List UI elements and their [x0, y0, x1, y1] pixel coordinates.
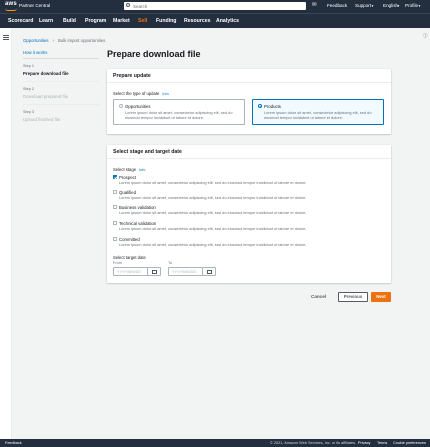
radio-opportunities[interactable]	[119, 104, 123, 108]
nav-item-learn[interactable]: Learn	[39, 18, 53, 24]
side-navigation-rail	[0, 28, 12, 439]
app-title: Partner Central	[19, 3, 51, 8]
search-icon	[126, 3, 130, 7]
stage-title: Prospect	[119, 174, 136, 180]
profile-chevron-down-icon[interactable]: ▼	[418, 4, 421, 8]
to-calendar-button[interactable]	[202, 267, 216, 276]
profile-menu[interactable]: Profile	[405, 3, 418, 8]
footer: Feedback © 2021, Amazon Web Services, In…	[0, 439, 430, 447]
stage-description: Lorem ipsum dolor sit amet, consectetur …	[119, 242, 307, 247]
breadcrumb-current: Bulk import opportunities	[58, 38, 106, 43]
checkbox-qualified[interactable]	[113, 190, 117, 194]
checkbox-committed[interactable]	[113, 237, 117, 241]
update-type-label: Select the type of update Info	[113, 91, 169, 96]
notification-bell-icon[interactable]: ✉	[312, 2, 317, 8]
stage-title: Qualified	[119, 189, 136, 195]
footer-cookie-preferences-link[interactable]: Cookie preferences	[393, 441, 426, 445]
to-date-input[interactable]: YYYY/MM/DD	[168, 267, 203, 276]
target-date-label: Select target date	[113, 255, 146, 260]
radio-products[interactable]	[258, 104, 262, 108]
calendar-icon	[207, 269, 212, 274]
nav-item-market[interactable]: Market	[113, 18, 130, 24]
language-menu[interactable]: English	[383, 3, 398, 8]
panel-heading: Select stage and target date	[107, 145, 391, 159]
stage-title: Business validation	[119, 204, 156, 210]
update-type-opportunities-tile[interactable]: Opportunities Lorem ipsum dolor sit amet…	[113, 99, 245, 125]
step-divider	[23, 81, 99, 82]
update-type-products-tile[interactable]: Products Lorem ipsum dolor sit amet, con…	[252, 99, 384, 125]
tile-title: Products	[264, 103, 281, 109]
from-label: From	[113, 261, 122, 265]
breadcrumb: Opportunities › Bulk import opportunities	[23, 38, 105, 43]
update-type-label-text: Select the type of update	[113, 91, 160, 96]
nav-item-scorecard[interactable]: Scorecard	[8, 18, 33, 24]
checkbox-technical-validation[interactable]	[113, 221, 117, 225]
stage-label: Select stage Info	[113, 167, 145, 172]
stage-title: Committed	[119, 236, 140, 242]
copyright-text: © 2021, Amazon Web Services, Inc. or its…	[270, 440, 357, 445]
top-header: aws Partner Central Search ✉ Feedback Su…	[0, 0, 430, 13]
tile-description: Lorem ipsum dolor sit amet, consectetur …	[264, 109, 372, 121]
support-chevron-down-icon[interactable]: ▼	[371, 4, 374, 8]
support-menu[interactable]: Support	[355, 3, 371, 8]
search-input[interactable]: Search	[124, 2, 306, 10]
checkbox-prospect[interactable]	[113, 175, 117, 179]
logo-text: aws	[5, 1, 17, 7]
nav-item-resources[interactable]: Resources	[184, 18, 211, 24]
footer-feedback-link[interactable]: Feedback	[5, 441, 22, 445]
breadcrumb-separator-icon: ›	[52, 38, 54, 43]
nav-item-program[interactable]: Program	[85, 18, 106, 24]
stage-description: Lorem ipsum dolor sit amet, consectetur …	[119, 226, 307, 231]
stage-description: Lorem ipsum dolor sit amet, consectetur …	[119, 210, 307, 215]
from-date-input[interactable]: YYYY/MM/DD	[113, 267, 148, 276]
cancel-button[interactable]: Cancel	[311, 294, 326, 299]
step-divider	[23, 104, 99, 105]
tile-description: Lorem ipsum dolor sit amet, consectetur …	[125, 109, 233, 121]
tile-title: Opportunities	[125, 103, 151, 109]
to-label: To	[168, 261, 173, 265]
checkbox-business-validation[interactable]	[113, 205, 117, 209]
step-1-name: Prepare download file	[23, 71, 69, 76]
feedback-link[interactable]: Feedback	[327, 3, 347, 8]
footer-privacy-link[interactable]: Privacy	[358, 441, 370, 445]
next-button[interactable]: Next	[371, 292, 391, 302]
nav-item-analytics[interactable]: Analytics	[216, 18, 239, 24]
nav-item-sell[interactable]: Sell	[138, 18, 147, 24]
nav-item-funding[interactable]: Funding	[156, 18, 176, 24]
search-placeholder: Search	[133, 3, 148, 9]
main-navigation: Scorecard Learn Build Program Market Sel…	[0, 13, 430, 28]
info-link[interactable]: Info	[162, 92, 168, 96]
breadcrumb-opportunities[interactable]: Opportunities	[23, 38, 49, 43]
menu-icon[interactable]	[3, 35, 9, 40]
info-panel-icon[interactable]: ⓘ	[423, 33, 428, 39]
page-title: Prepare download file	[107, 49, 201, 59]
nav-item-build[interactable]: Build	[63, 18, 76, 24]
panel-heading: Prepare update	[107, 69, 391, 83]
footer-terms-link[interactable]: Terms	[377, 441, 387, 445]
stage-description: Lorem ipsum dolor sit amet, consectetur …	[119, 195, 307, 200]
info-link[interactable]: Info	[139, 168, 145, 172]
calendar-icon	[152, 269, 157, 274]
from-calendar-button[interactable]	[147, 267, 161, 276]
step-2-number: Step 2	[23, 87, 34, 91]
stage-title: Technical validation	[119, 220, 157, 226]
wizard-divider	[23, 58, 99, 59]
stage-label-text: Select stage	[113, 167, 137, 172]
step-3-name: Upload finished file	[23, 117, 61, 122]
step-1-number: Step 1	[23, 64, 34, 68]
logo-smile-icon	[5, 8, 17, 11]
how-it-works-link[interactable]: How it works	[23, 50, 47, 55]
stage-description: Lorem ipsum dolor sit amet, consectetur …	[119, 180, 307, 185]
step-2-name: Download prepared file	[23, 94, 69, 99]
step-3-number: Step 3	[23, 110, 34, 114]
prepare-update-panel: Prepare update Select the type of update…	[107, 69, 391, 134]
language-chevron-down-icon[interactable]: ▼	[397, 4, 400, 8]
previous-button[interactable]: Previous	[338, 292, 368, 302]
